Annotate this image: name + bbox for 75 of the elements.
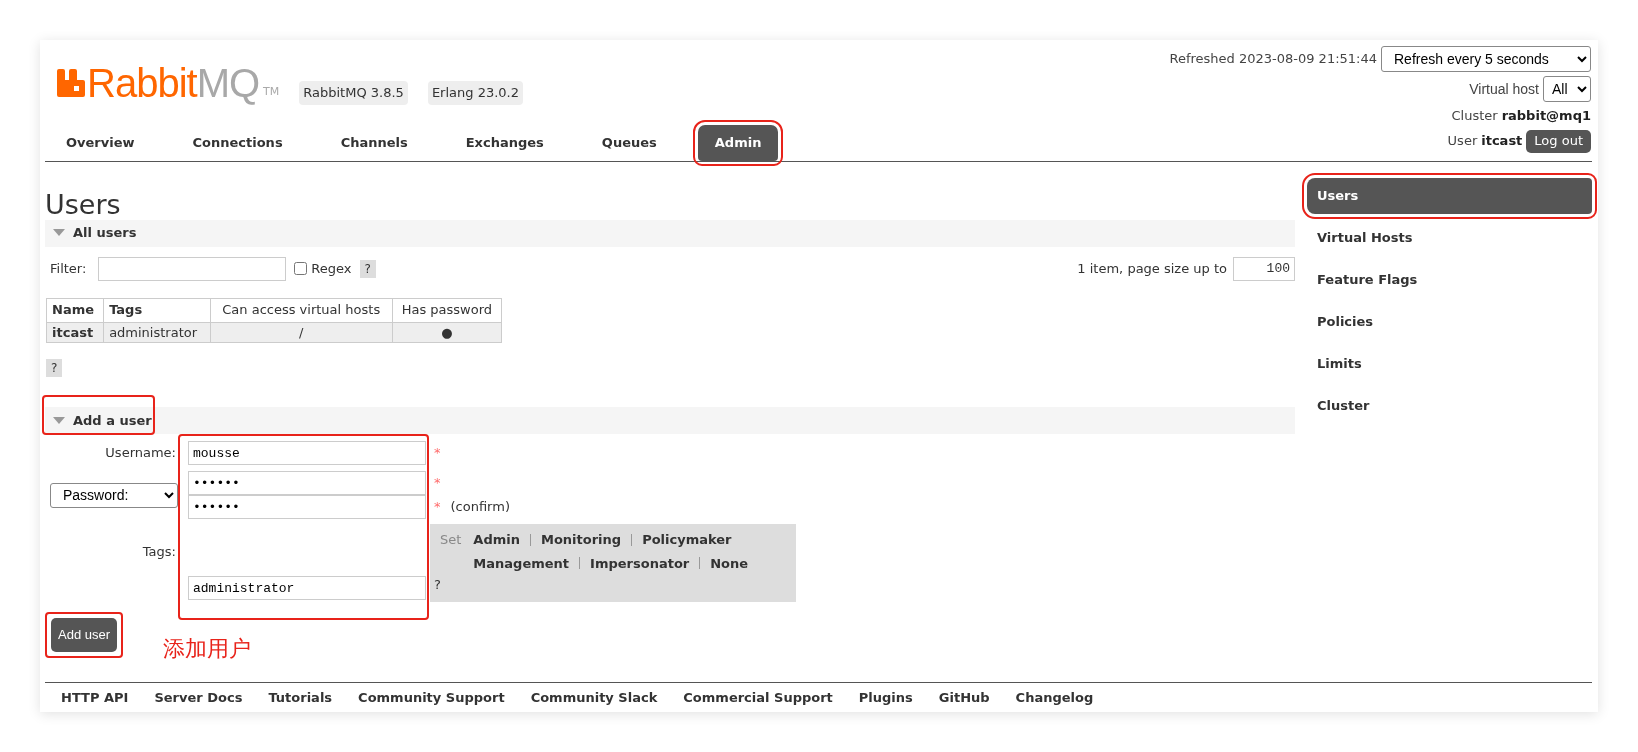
add-user-button[interactable]: Add user [51,618,118,652]
table-cell: / [210,322,393,343]
tag-option-link[interactable]: Impersonator [590,553,690,573]
footer-link[interactable]: Tutorials [268,687,333,708]
required-mark: * [434,474,441,493]
column-header: Has password [392,298,502,322]
logout-button[interactable]: Log out [1526,129,1591,153]
user-label: User [1447,132,1478,151]
footer-link[interactable]: Community Slack [530,687,658,708]
table-cell: ● [392,322,502,343]
required-mark: * [434,498,441,517]
tag-option-link[interactable]: Admin [473,530,520,550]
username-field[interactable]: mousse [188,441,426,465]
vhost-label: Virtual host [1469,79,1539,99]
tags-field[interactable]: administrator [188,576,426,600]
version-badge: Erlang 23.0.2 [427,81,523,105]
page-title: Users [45,189,122,220]
trademark: TM [263,84,280,100]
refreshed-text: Refreshed 2023-08-09 21:51:44 [1169,50,1377,69]
user-name: itcast [1481,132,1523,151]
page-size-field[interactable]: 100 [1233,256,1295,281]
table-cell: itcast [46,322,104,343]
filter-field[interactable] [98,256,287,281]
column-header: Tags [103,298,211,322]
vhost-select[interactable]: All [1543,76,1591,102]
sidebar-item[interactable]: Policies [1307,303,1592,340]
footer-link[interactable]: Changelog [1015,687,1094,708]
password-select[interactable]: Password: [50,482,178,508]
sidebar-item[interactable]: Cluster [1307,387,1592,424]
version-badge: RabbitMQ 3.8.5 [299,81,408,105]
regex-label: Regex [311,259,352,278]
tag-option-link[interactable]: Management [473,553,570,573]
tags-label: Tags: [141,543,177,561]
section-header[interactable]: Add a user [45,407,1295,434]
confirm-note: (confirm) [450,498,510,517]
footer-link[interactable]: Server Docs [154,687,243,708]
sidebar-item[interactable]: Virtual Hosts [1307,219,1592,256]
cluster-label: Cluster [1451,107,1498,125]
section-title: All users [73,224,137,243]
help-button[interactable]: ? [46,359,63,377]
set-label: Set [440,531,462,549]
required-mark: * [434,444,441,463]
tag-option-link[interactable]: None [710,553,749,573]
username-label: Username: [104,444,177,463]
footer-link[interactable]: GitHub [938,687,990,708]
footer-link[interactable]: Plugins [858,687,913,708]
refresh-select[interactable]: Refresh every 5 seconds [1381,46,1591,72]
tag-option-link[interactable]: Policymaker [642,530,732,550]
nav-tab[interactable]: Overview [49,124,152,161]
filter-label: Filter: [50,259,87,278]
password-field[interactable]: •••••• [188,471,426,495]
regex-checkbox[interactable] [294,262,308,275]
sidebar-item[interactable]: Limits [1307,345,1592,382]
logo-icon [57,68,85,97]
help-button[interactable]: ? [359,259,376,278]
paging-text: 1 item, page size up to [1077,259,1227,278]
column-header: Can access virtual hosts [210,298,393,322]
sidebar-item[interactable]: Feature Flags [1307,261,1592,298]
help-mark[interactable]: ? [434,574,441,594]
nav-tab[interactable]: Queues [584,124,674,161]
section-title: Add a user [73,411,152,430]
nav-tab[interactable]: Channels [323,124,425,161]
footer-link[interactable]: Commercial Support [683,687,833,708]
cluster-name: rabbit@mq1 [1501,107,1591,125]
column-header: Name [46,298,104,322]
nav-tab[interactable]: Exchanges [448,124,561,161]
logo-text: Rabbit [87,62,197,103]
footer-link[interactable]: Community Support [358,687,505,708]
confirm-password-field[interactable]: •••••• [188,495,426,519]
section-header[interactable]: All users [45,219,1295,247]
table-cell: administrator [103,322,211,343]
annotation-note: 添加用户 [163,635,252,663]
footer-link[interactable]: HTTP API [61,687,129,708]
nav-tab[interactable]: Connections [175,124,300,161]
tag-option-link[interactable]: Monitoring [541,530,622,550]
